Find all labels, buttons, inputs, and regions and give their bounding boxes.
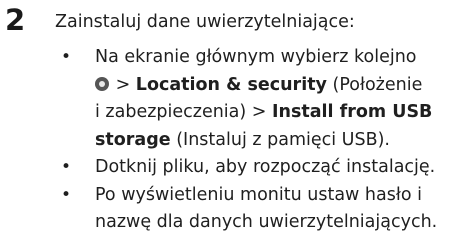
list-item-text: Po wyświetleniu monitu ustaw hasło i naz… [95,182,449,237]
menu-separator: > [110,74,136,95]
menu-path-install-from-usb: Install from USB [272,102,433,122]
menu-path-location-security: Location & security [135,74,327,95]
list-item: • Na ekranie głównym wybierz kolejno > L… [0,44,449,154]
bullet-marker: • [61,157,72,177]
translation-text: (Instaluj z pamięci USB). [170,129,390,150]
translation-text: i zabezpieczenia) > [95,102,272,122]
list-item-text: Dotknij pliku, aby rozpocząć instalację. [95,154,449,182]
list-item: • Po wyświetleniu monitu ustaw hasło i n… [0,182,449,237]
step-number: 2 [5,3,26,37]
settings-gear-icon [95,76,109,91]
bullet-marker: • [61,47,72,67]
text-line: i zabezpieczenia) > Install from USB [95,99,449,127]
text-line: > Location & security (Położenie [95,72,449,100]
bullet-marker: • [61,184,72,205]
text-line: Dotknij pliku, aby rozpocząć instalację. [95,157,436,177]
step-title: Zainstaluj dane uwierzytelniające: [55,12,355,32]
translation-text: (Położenie [326,74,423,95]
text-line: storage (Instaluj z pamięci USB). [95,127,449,155]
text-line: nazwę dla danych uwierzytelniających. [95,212,438,232]
list-item-text: Na ekranie głównym wybierz kolejno > Loc… [95,44,449,154]
text-line: Na ekranie głównym wybierz kolejno [95,47,417,67]
menu-path-storage: storage [95,129,171,150]
list-item: • Dotknij pliku, aby rozpocząć instalacj… [0,154,449,182]
text-line: Po wyświetleniu monitu ustaw hasło i [95,184,422,205]
instruction-list: • Na ekranie głównym wybierz kolejno > L… [0,44,449,237]
